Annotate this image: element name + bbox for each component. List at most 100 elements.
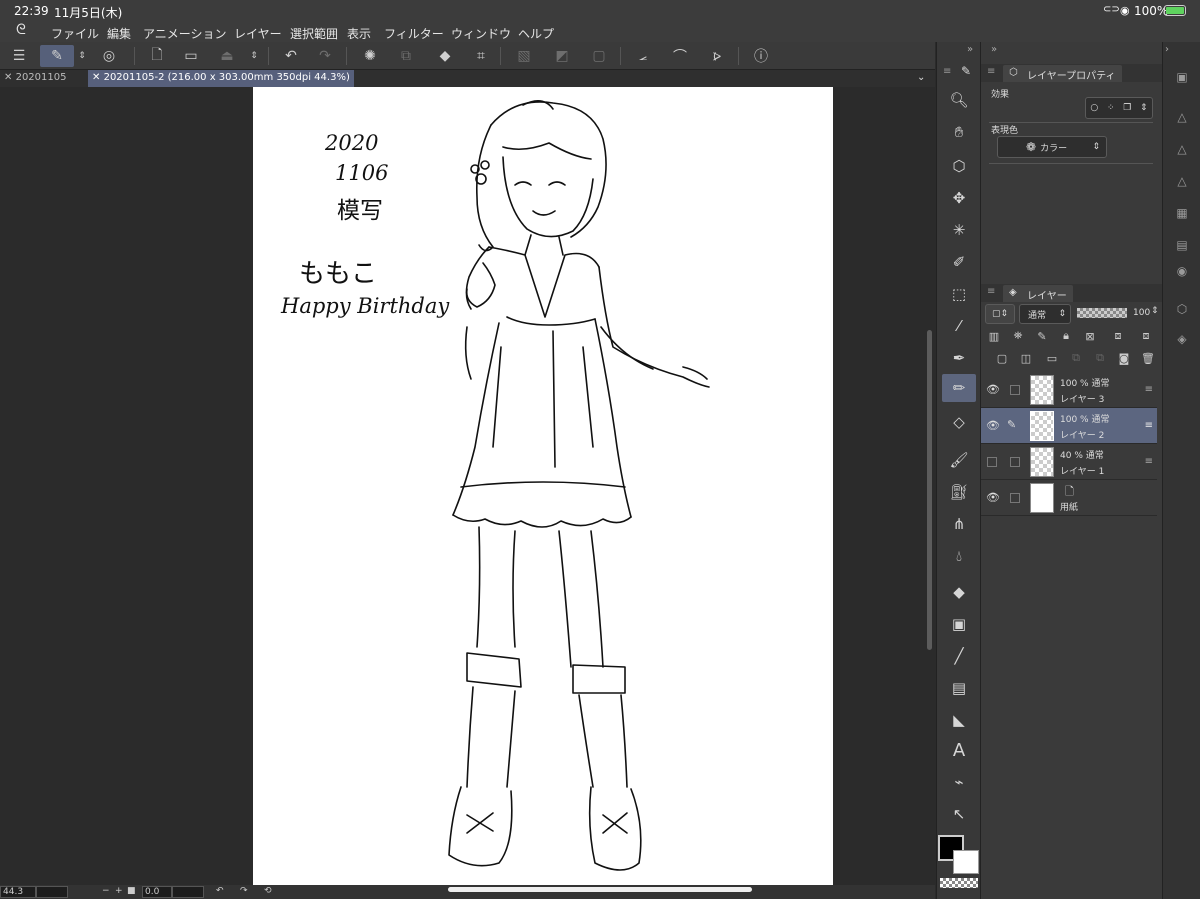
layer-row-paper[interactable]: 👁︎ 🗋 用紙 [981,480,1157,516]
frame-tool-icon[interactable]: ▤ [942,674,976,702]
layer-row-3[interactable]: 👁︎ 100 % 通常 レイヤー 3 ≡ [981,372,1157,408]
home-indicator[interactable] [448,887,752,892]
menu-selection[interactable]: 選択範囲 [290,25,338,42]
object-tool-icon[interactable]: ⬡ [942,152,976,180]
crop-selection-icon[interactable]: ⌗ [468,45,494,67]
blend-mode-select[interactable]: 通常 ⇕ [1019,304,1071,324]
transfer-down-icon[interactable]: ⧉ [1067,350,1085,366]
close-icon[interactable]: ✕ [92,72,100,83]
layer-color-button[interactable]: ▢⇕ [985,304,1015,324]
menu-edit[interactable]: 編集 [107,25,131,42]
airbrush-icon[interactable]: ⛽︎ [942,478,976,506]
text-tool-icon[interactable]: A [942,736,976,764]
redo-icon[interactable]: ↷ [312,45,338,67]
companion-app-icon[interactable]: ◎ [96,45,122,67]
grid-snap-icon[interactable]: ⦠ [704,45,730,67]
gradient-tool-icon[interactable]: ▣ [942,610,976,638]
merge-down-icon[interactable]: ⧉ [1091,350,1109,366]
background-color-swatch[interactable] [953,850,979,874]
canvas-area[interactable]: 2020 1106 模写 ももこ Happy Birthday [0,87,935,885]
zoom-value[interactable]: 44.3 [0,886,36,898]
auto-select-icon[interactable]: ✳ [942,216,976,244]
color-circle-icon[interactable]: ◉ [1171,260,1193,282]
move-tool-icon[interactable]: ✥ [942,184,976,212]
edit-mode-icon[interactable]: ✎ [40,45,74,67]
zoom-in-icon[interactable]: + [115,886,123,896]
opacity-value[interactable]: 100 [1133,308,1150,318]
layer-row-1[interactable]: 40 % 通常 レイヤー 1 ≡ [981,444,1157,480]
help-icon[interactable]: ⓘ [748,45,774,67]
save-icon[interactable]: ⏏ [214,45,240,67]
hamburger-menu-icon[interactable]: ☰ [6,45,32,67]
menu-help[interactable]: ヘルプ [518,25,554,42]
expression-color-select[interactable]: ❁ カラー ⇕ [997,136,1107,158]
menu-file[interactable]: ファイル [51,25,99,42]
menu-filter[interactable]: フィルター [384,25,444,42]
navigator-icon[interactable]: ▣ [1171,66,1193,88]
menu-animation[interactable]: アニメーション [143,25,227,42]
drag-handle-icon[interactable]: ≡ [1145,420,1153,431]
brush-logo-icon[interactable]: ᘓ [16,22,26,38]
tone-effect-icon[interactable]: ⁘ [1107,103,1115,113]
decoration-tool-icon[interactable]: ⋔ [942,510,976,538]
clear-selection-icon[interactable]: ▧ [511,45,537,67]
pen-tool-icon[interactable]: ✒ [942,344,976,372]
layer-checkbox[interactable] [1010,457,1020,467]
effect-buttons[interactable]: ○ ⁘ ❐ ⇕ [1085,97,1153,119]
rotation-slider[interactable] [172,886,204,898]
eye-icon[interactable]: 👁︎ [986,491,1000,504]
eye-icon[interactable]: 👁︎ [986,419,1000,432]
rotate-left-icon[interactable]: ↶ [216,886,224,896]
new-folder-icon[interactable]: ▭ [1043,350,1061,366]
tab-document-2[interactable]: ✕ 20201105-2 (216.00 x 303.00mm 350dpi 4… [88,70,354,87]
brush-tab-icon[interactable]: ✎ [961,64,971,78]
lock-icon[interactable]: 🔒︎ [1057,328,1075,344]
fill-bucket-icon[interactable]: ◆ [432,45,458,67]
blend-tool-icon[interactable]: 💧︎ [942,542,976,570]
selection-pen-icon[interactable]: ✐ [942,248,976,276]
eraser-tool-icon[interactable]: ◇ [942,408,976,436]
zoom-out-icon[interactable]: − [102,886,110,896]
hand-tool-icon[interactable]: ✋︎ [942,118,976,146]
special-ruler-icon[interactable]: ⌒ [667,45,693,67]
layer-checkbox[interactable] [1010,385,1020,395]
pencil-tool-icon[interactable]: ✏ [942,374,976,402]
correct-line-tool-icon[interactable]: ↖ [942,800,976,828]
panel-menu-icon[interactable]: ≡ [943,66,951,77]
layer-row-2[interactable]: 👁︎ ✎ 100 % 通常 レイヤー 2 ≡ [981,408,1157,444]
layer-mask-icon[interactable]: ◙ [1115,350,1133,366]
layer-checkbox[interactable] [1010,493,1020,503]
brush-tool-icon[interactable]: 🖌︎ [942,446,976,474]
fill-tool-icon[interactable]: ◆ [942,578,976,606]
zoom-tool-icon[interactable]: 🔍︎ [942,86,976,114]
loading-spinner-icon[interactable]: ✺ [357,45,383,67]
reset-rotation-icon[interactable]: ⟲ [264,886,272,896]
undo-icon[interactable]: ↶ [278,45,304,67]
vertical-scrollbar[interactable] [927,330,932,650]
tab-layer[interactable]: ◈ レイヤー [1003,285,1073,302]
ruler-tool-icon[interactable]: ◣ [942,706,976,734]
stepper-icon[interactable]: ⇕ [74,45,90,67]
chevron-down-icon[interactable]: ⌄ [917,72,925,83]
reference-layer-icon[interactable]: ⛯ [1009,328,1027,344]
ruler-range-icon[interactable]: ⧈ [1137,328,1155,344]
border-effect-icon[interactable]: ○ [1090,103,1098,113]
clip-layer-icon[interactable]: ▥ [985,328,1003,344]
rotation-value[interactable]: 0.0 [142,886,172,898]
drag-handle-icon[interactable]: ≡ [1145,456,1153,467]
eye-icon[interactable]: 👁︎ [986,383,1000,396]
material-icon[interactable]: ▤ [1171,234,1193,256]
collapse-icon[interactable]: › [1165,44,1169,55]
layer-color-icon[interactable]: ❐ [1123,103,1131,113]
visibility-checkbox[interactable] [987,457,997,467]
new-raster-layer-icon[interactable]: ▢ [993,350,1011,366]
layer-property-icon[interactable]: ⬡ [1171,298,1193,320]
tab-layer-property[interactable]: ⬡ レイヤープロパティ [1003,65,1122,82]
new-file-icon[interactable]: 🗋 [144,45,170,67]
menu-window[interactable]: ウィンドウ [451,25,511,42]
fit-icon[interactable]: ■ [127,886,136,896]
balloon-tool-icon[interactable]: ⌁ [942,768,976,796]
trash-icon[interactable]: 🗑︎ [1139,350,1157,366]
expand-icon[interactable]: » [991,44,997,55]
selection-border-icon[interactable]: ▢ [586,45,612,67]
